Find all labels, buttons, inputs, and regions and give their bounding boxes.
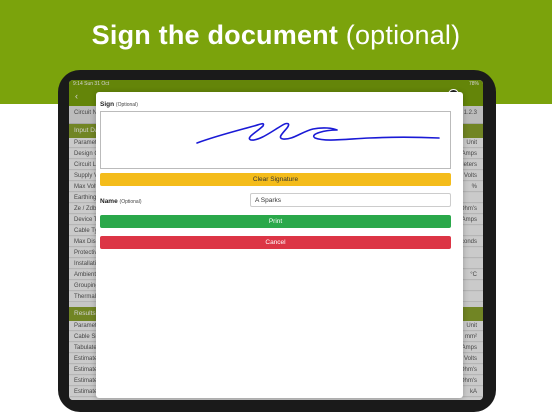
signature-pad[interactable] <box>100 111 451 169</box>
clear-signature-button[interactable]: Clear Signature <box>100 173 451 186</box>
name-label: Name (Optional) <box>100 198 141 205</box>
cancel-button[interactable]: Cancel <box>100 236 451 249</box>
sign-optional-text: (Optional) <box>115 102 138 108</box>
signature-modal: Sign (Optional) Clear Signature Name (Op… <box>96 92 463 398</box>
name-input[interactable] <box>250 193 451 207</box>
signature-stroke <box>196 122 440 144</box>
app-store-screenshot: Sign the document (optional) 9:14 Sun 31… <box>0 0 552 414</box>
print-button[interactable]: Print <box>100 215 451 228</box>
sign-label: Sign (Optional) <box>100 101 138 108</box>
headline-bold: Sign the document <box>91 20 339 50</box>
headline-light: (optional) <box>345 20 461 50</box>
name-optional-text: (Optional) <box>119 199 142 205</box>
ipad-screen: 9:14 Sun 31 Oct 78% ‹ Circuit No 1 of 2 … <box>69 80 483 400</box>
sign-label-text: Sign <box>100 101 115 108</box>
promo-headline: Sign the document (optional) <box>0 20 552 51</box>
name-label-text: Name <box>100 198 118 205</box>
